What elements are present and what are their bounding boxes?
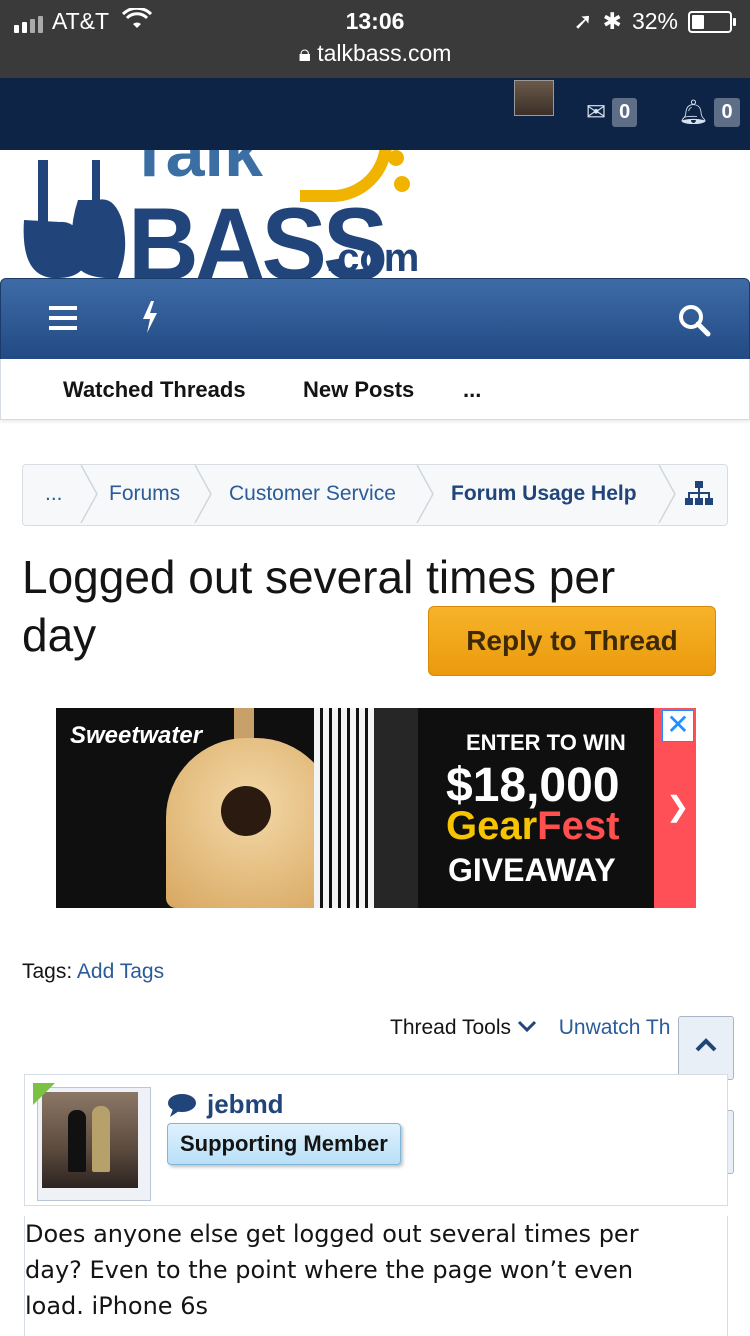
- poster-username[interactable]: jebmd: [167, 1089, 284, 1120]
- breadcrumb-forum-usage-help[interactable]: Forum Usage Help: [451, 482, 637, 506]
- breadcrumb: ... Forums Customer Service Forum Usage …: [22, 464, 728, 526]
- watched-threads-link[interactable]: Watched Threads: [63, 377, 246, 403]
- post-message: Does anyone else get logged out several …: [24, 1216, 728, 1336]
- inbox-count: 0: [612, 98, 638, 127]
- more-menu-link[interactable]: ...: [463, 377, 481, 403]
- ad-gearfest: GearFest: [446, 804, 620, 848]
- reply-to-thread-button[interactable]: Reply to Thread: [428, 606, 716, 676]
- breadcrumb-forums[interactable]: Forums: [109, 482, 180, 506]
- envelope-icon: ✉: [586, 99, 607, 126]
- unwatch-thread-link[interactable]: Unwatch Th: [559, 1016, 671, 1039]
- speech-bubble-icon: [168, 1093, 196, 1117]
- chevron-up-icon: [695, 1038, 717, 1052]
- address-bar[interactable]: 🔒︎ talkbass.com: [0, 40, 750, 67]
- tags-row: Tags: Add Tags: [22, 960, 164, 984]
- scroll-up-button[interactable]: [678, 1016, 734, 1080]
- chevron-right-icon: ❯: [666, 791, 690, 822]
- alerts-button[interactable]: 🔔︎ 0: [678, 98, 740, 127]
- ad-brand: Sweetwater: [70, 722, 203, 749]
- lock-icon: 🔒︎: [298, 40, 311, 66]
- ad-enter-text: ENTER TO WIN: [466, 730, 626, 755]
- breadcrumb-separator: [415, 465, 435, 523]
- url-text: talkbass.com: [317, 40, 452, 66]
- lightning-bolt-icon[interactable]: [141, 301, 159, 341]
- sub-navigation: Watched Threads New Posts ...: [0, 359, 750, 420]
- sitemap-icon[interactable]: [685, 481, 713, 512]
- site-logo[interactable]: Talk BASS .com: [0, 150, 750, 280]
- bluetooth-icon: ✱: [602, 8, 622, 34]
- breadcrumb-separator: [79, 465, 99, 523]
- breadcrumb-separator: [193, 465, 213, 523]
- user-title-badge: Supporting Member: [167, 1123, 401, 1165]
- ad-keyboard-image: [314, 708, 374, 908]
- user-avatar[interactable]: [514, 80, 554, 116]
- top-navigation: ✉ 0 🔔︎ 0: [0, 78, 750, 152]
- ad-giveaway: GIVEAWAY: [448, 852, 616, 888]
- search-icon[interactable]: [677, 303, 711, 342]
- battery-percent: 32%: [631, 8, 678, 34]
- new-posts-link[interactable]: New Posts: [303, 377, 414, 403]
- main-tab-bar: [0, 278, 750, 360]
- hamburger-menu-icon[interactable]: [49, 303, 77, 337]
- thread-tools-row: Thread Tools Unwatch Th: [390, 1016, 670, 1040]
- online-indicator: [33, 1083, 55, 1105]
- tags-label: Tags:: [22, 960, 73, 983]
- advertisement-banner[interactable]: Sweetwater ENTER TO WIN $18,000 GearFest…: [56, 708, 696, 908]
- logo-dotcom: .com: [326, 236, 420, 280]
- post-text-line: load. iPhone 6s: [25, 1292, 208, 1320]
- post-text-line: Does anyone else get logged out several …: [25, 1220, 639, 1248]
- ios-status-bar: AT&T 13:06 ➚ ✱ 32% 🔒︎ talkbass.com: [0, 0, 750, 78]
- breadcrumb-separator: [657, 465, 677, 523]
- bell-icon: 🔔︎: [678, 99, 709, 126]
- battery-icon: [688, 10, 736, 33]
- chevron-down-icon: [517, 1016, 537, 1039]
- thread-tools-dropdown[interactable]: Thread Tools: [390, 1016, 511, 1039]
- location-icon: ➚: [573, 8, 593, 34]
- alerts-count: 0: [714, 98, 740, 127]
- inbox-button[interactable]: ✉ 0: [586, 98, 638, 127]
- breadcrumb-ellipsis[interactable]: ...: [45, 482, 63, 506]
- post-header: jebmd Supporting Member: [24, 1074, 728, 1206]
- breadcrumb-customer-service[interactable]: Customer Service: [229, 482, 396, 506]
- ad-synth-image: [374, 708, 418, 908]
- post-text-line: day? Even to the point where the page wo…: [25, 1256, 634, 1284]
- add-tags-link[interactable]: Add Tags: [77, 960, 164, 983]
- bass-guitar-icon: [23, 160, 126, 279]
- ad-close-icon[interactable]: ✕: [662, 710, 694, 742]
